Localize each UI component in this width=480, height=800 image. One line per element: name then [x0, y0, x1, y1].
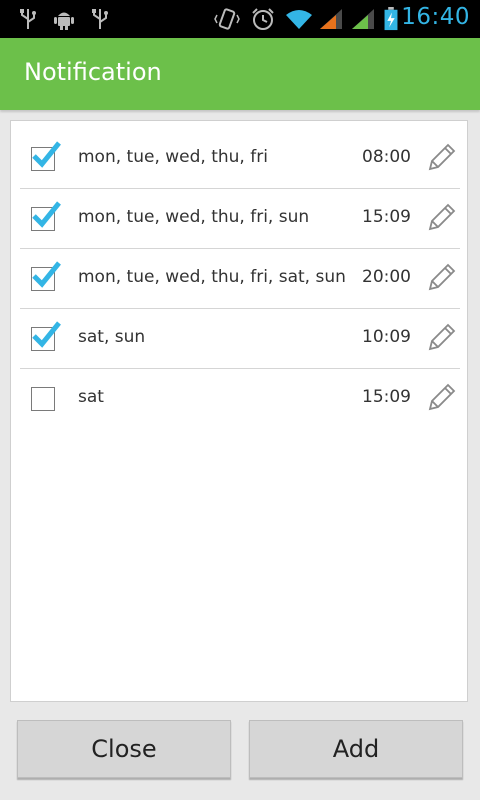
list-item[interactable]: mon, tue, wed, thu, fri, sun 15:09 [20, 189, 460, 249]
page-title: Notification [24, 58, 162, 86]
pencil-icon[interactable] [424, 381, 458, 415]
days-label: mon, tue, wed, thu, fri [78, 147, 268, 167]
days-label: mon, tue, wed, thu, fri, sun [78, 207, 310, 227]
pencil-icon[interactable] [424, 321, 458, 355]
pencil-icon[interactable] [424, 141, 458, 175]
time-label: 20:00 [362, 267, 411, 287]
checkbox[interactable] [31, 201, 61, 231]
close-button[interactable]: Close [17, 720, 231, 778]
time-label: 10:09 [362, 327, 411, 347]
usb-icon [20, 9, 36, 29]
checkbox[interactable] [31, 321, 61, 351]
app-bar: Notification [0, 38, 480, 110]
checkbox[interactable] [31, 141, 61, 171]
checkmark-icon [32, 261, 61, 288]
time-label: 15:09 [362, 387, 411, 407]
time-label: 15:09 [362, 207, 411, 227]
time-label: 08:00 [362, 147, 411, 167]
checkmark-icon [32, 201, 61, 228]
alarm-icon [252, 8, 274, 30]
list-item[interactable]: mon, tue, wed, thu, fri 08:00 [20, 129, 460, 189]
checkmark-icon [32, 141, 61, 168]
days-label: mon, tue, wed, thu, fri, sat, sun [78, 267, 346, 287]
signal-icon [352, 9, 374, 29]
checkbox[interactable] [31, 261, 61, 291]
list-item[interactable]: sat 15:09 [20, 369, 460, 429]
pencil-icon[interactable] [424, 201, 458, 235]
list-item[interactable]: sat, sun 10:09 [20, 309, 460, 369]
vibrate-icon [214, 8, 240, 30]
checkbox[interactable] [31, 387, 55, 411]
usb-icon [92, 9, 108, 29]
wifi-icon [286, 10, 312, 29]
status-bar: 16:40 [0, 0, 480, 38]
notification-list: mon, tue, wed, thu, fri 08:00 mon, tue, … [10, 120, 468, 702]
days-label: sat, sun [78, 327, 146, 347]
checkmark-icon [32, 321, 61, 348]
status-time: 16:40 [401, 4, 470, 30]
android-debug-icon [54, 12, 74, 30]
days-label: sat [78, 387, 104, 407]
battery-charging-icon [384, 7, 398, 31]
pencil-icon[interactable] [424, 261, 458, 295]
signal-icon [320, 9, 342, 29]
add-button[interactable]: Add [249, 720, 463, 778]
list-item[interactable]: mon, tue, wed, thu, fri, sat, sun 20:00 [20, 249, 460, 309]
